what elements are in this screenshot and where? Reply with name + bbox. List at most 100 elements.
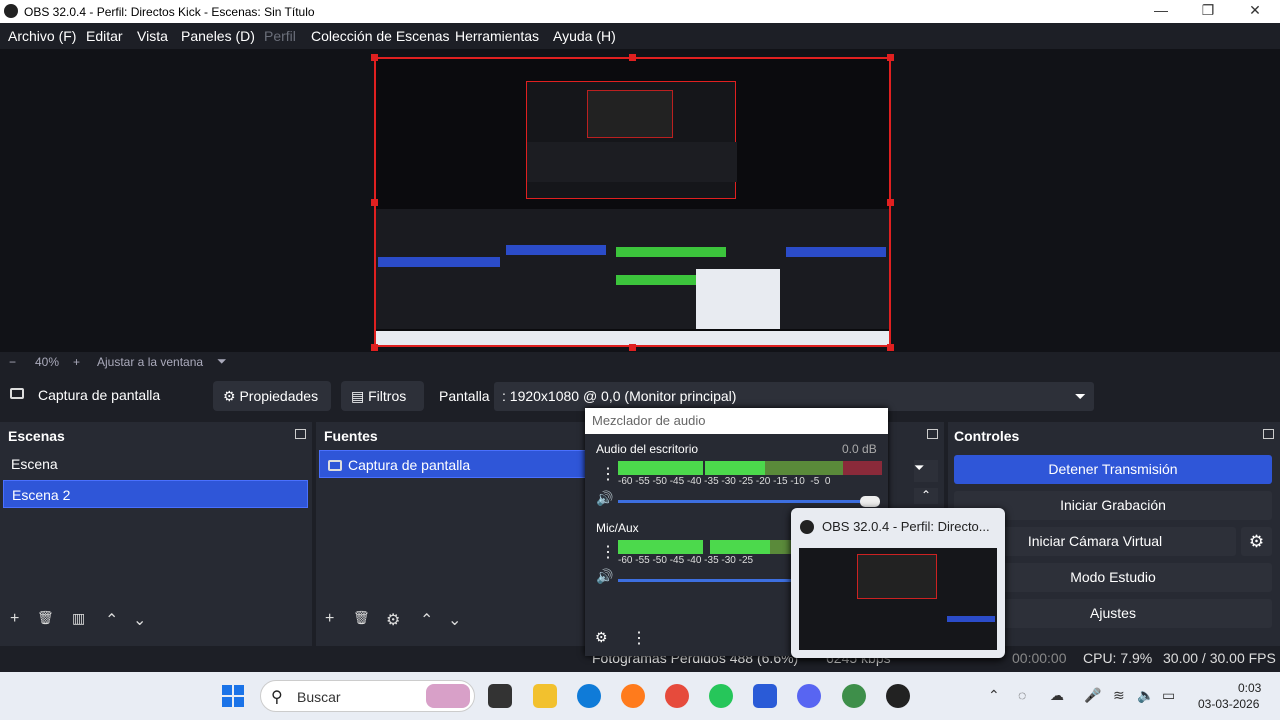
display-select[interactable]: : 1920x1080 @ 0,0 (Monitor principal) ⏷ <box>494 382 1094 411</box>
discord-icon[interactable] <box>797 684 821 708</box>
chrome-profile-icon[interactable] <box>842 684 866 708</box>
scenes-dock: Escenas Escena Escena 2 + 🗑 ▥ ⌃ ⌄ <box>0 422 312 662</box>
filters-label: Filtros <box>368 388 407 404</box>
filters-button[interactable]: ▤ Filtros <box>341 381 424 411</box>
minimize-button[interactable]: — <box>1146 2 1176 22</box>
volume-icon[interactable]: 🔊 <box>596 490 613 507</box>
fps-counter: 30.00 / 30.00 FPS <box>1163 650 1276 666</box>
chevron-down-icon: ⏷ <box>1074 388 1086 404</box>
chevron-up-icon[interactable]: ⌃ <box>988 687 1000 704</box>
zoom-dropdown-icon[interactable]: ⏷ <box>217 354 227 369</box>
obs-logo-icon <box>4 4 18 18</box>
channel-menu-icon[interactable]: ⋮ <box>600 542 616 562</box>
channel-name: Audio del escritorio <box>596 442 699 456</box>
scenes-title: Escenas <box>8 428 65 444</box>
audio-meter <box>618 540 793 554</box>
sources-title: Fuentes <box>324 428 378 444</box>
gear-icon[interactable]: ⚙ <box>386 610 400 630</box>
add-icon[interactable]: + <box>10 610 19 628</box>
move-up-icon[interactable]: ⌃ <box>420 610 433 630</box>
scene-filter-icon[interactable]: ▥ <box>72 610 85 627</box>
chrome-icon[interactable] <box>665 684 689 708</box>
channel-menu-icon[interactable]: ⋮ <box>600 464 616 484</box>
float-dock-icon[interactable] <box>1263 429 1274 439</box>
virtual-camera-settings-icon[interactable]: ⚙ <box>1241 527 1272 556</box>
wifi-icon[interactable]: ≋ <box>1113 687 1125 704</box>
volume-slider-handle[interactable] <box>860 496 880 507</box>
channel-db: 0.0 dB <box>842 442 877 456</box>
nested-preview <box>526 81 737 199</box>
battery-icon[interactable]: ▭ <box>1162 687 1175 704</box>
scene-item[interactable]: Escena <box>3 450 308 478</box>
menu-archivo[interactable]: Archivo (F) <box>8 28 76 44</box>
windows-start-icon[interactable] <box>222 685 244 707</box>
move-up-icon[interactable]: ⌃ <box>105 610 118 630</box>
speaker-icon[interactable]: 🔈 <box>1137 687 1154 704</box>
scene-item[interactable]: Escena 2 <box>3 480 308 508</box>
source-item[interactable]: Captura de pantalla <box>319 450 589 478</box>
firefox-icon[interactable] <box>621 684 645 708</box>
menu-bar: Archivo (F) Editar Vista Paneles (D) Per… <box>0 23 1280 49</box>
mixer-title[interactable]: Mezclador de audio <box>585 408 888 434</box>
clock-date[interactable]: 03-03-2026 <box>1198 697 1259 711</box>
gear-icon: ⚙ <box>223 388 236 404</box>
move-down-icon[interactable]: ⌄ <box>448 610 461 630</box>
advanced-audio-gear-icon[interactable]: ⚙ <box>595 629 608 646</box>
channel-name: Mic/Aux <box>596 521 639 535</box>
nested-taskbar <box>376 331 889 345</box>
menu-ayuda[interactable]: Ayuda (H) <box>553 28 616 44</box>
menu-editar[interactable]: Editar <box>86 28 123 44</box>
menu-coleccion[interactable]: Colección de Escenas <box>311 28 450 44</box>
monitor-icon <box>328 460 342 471</box>
obs-logo-icon <box>800 520 814 534</box>
volume-icon[interactable]: 🔊 <box>596 568 613 585</box>
zoom-level: 40% <box>35 355 60 369</box>
add-icon[interactable]: + <box>325 610 334 628</box>
program-preview[interactable] <box>374 57 891 347</box>
file-explorer-icon[interactable] <box>533 684 557 708</box>
menu-vista[interactable]: Vista <box>137 28 168 44</box>
properties-button[interactable]: ⚙ Propiedades <box>213 381 331 411</box>
edge-icon[interactable] <box>577 684 601 708</box>
stop-stream-button[interactable]: Detener Transmisión <box>954 455 1272 484</box>
fit-to-window[interactable]: Ajustar a la ventana <box>97 355 203 369</box>
taskbar-search[interactable]: ⚲ Buscar <box>260 680 475 712</box>
float-dock-icon[interactable] <box>295 429 306 439</box>
close-button[interactable]: ✕ <box>1240 2 1270 22</box>
maximize-button[interactable]: ❐ <box>1193 2 1223 22</box>
menu-paneles[interactable]: Paneles (D) <box>181 28 255 44</box>
trash-icon[interactable]: 🗑 <box>353 610 370 626</box>
zoom-bar: − 40% + Ajustar a la ventana ⏷ <box>0 352 1280 372</box>
obs-taskbar-icon[interactable] <box>886 684 910 708</box>
chevron-up-icon[interactable]: ⌃ <box>914 488 938 504</box>
volume-slider[interactable] <box>618 500 864 503</box>
float-dock-icon[interactable] <box>927 429 938 439</box>
search-placeholder: Buscar <box>297 689 341 705</box>
menu-perfil[interactable]: Perfil <box>264 28 296 44</box>
search-highlight-icon <box>426 684 470 708</box>
menu-herramientas[interactable]: Herramientas <box>455 28 539 44</box>
clock-time[interactable]: 0:03 <box>1238 681 1261 695</box>
recording-time: 00:00:00 <box>1012 650 1067 666</box>
meter-ticks: -60 -55 -50 -45 -40 -35 -30 -25 <box>618 555 754 566</box>
chevron-down-icon[interactable]: ⏷ <box>914 460 938 482</box>
move-down-icon[interactable]: ⌄ <box>133 610 146 630</box>
onedrive-icon[interactable]: ☁ <box>1050 687 1064 704</box>
taskbar-thumbnail[interactable]: OBS 32.0.4 - Perfil: Directo... <box>791 508 1005 658</box>
microphone-icon[interactable]: 🎤 <box>1084 687 1101 704</box>
tray-app-icon[interactable]: ◌ <box>1018 687 1026 703</box>
nested-docks <box>376 209 889 329</box>
task-view-icon[interactable] <box>488 684 512 708</box>
search-icon: ⚲ <box>271 689 283 706</box>
source-label: Captura de pantalla <box>348 457 471 473</box>
zoom-out-button[interactable]: − <box>9 355 16 369</box>
zoom-in-button[interactable]: + <box>73 355 80 369</box>
properties-label: Propiedades <box>239 388 319 404</box>
volume-slider[interactable] <box>618 579 793 582</box>
whatsapp-icon[interactable] <box>709 684 733 708</box>
app-icon[interactable] <box>753 684 777 708</box>
mixer-menu-icon[interactable]: ⋮ <box>631 628 647 648</box>
title-bar: OBS 32.0.4 - Perfil: Directos Kick - Esc… <box>0 0 1280 23</box>
trash-icon[interactable]: 🗑 <box>37 610 54 626</box>
current-source-name: Captura de pantalla <box>38 387 161 403</box>
